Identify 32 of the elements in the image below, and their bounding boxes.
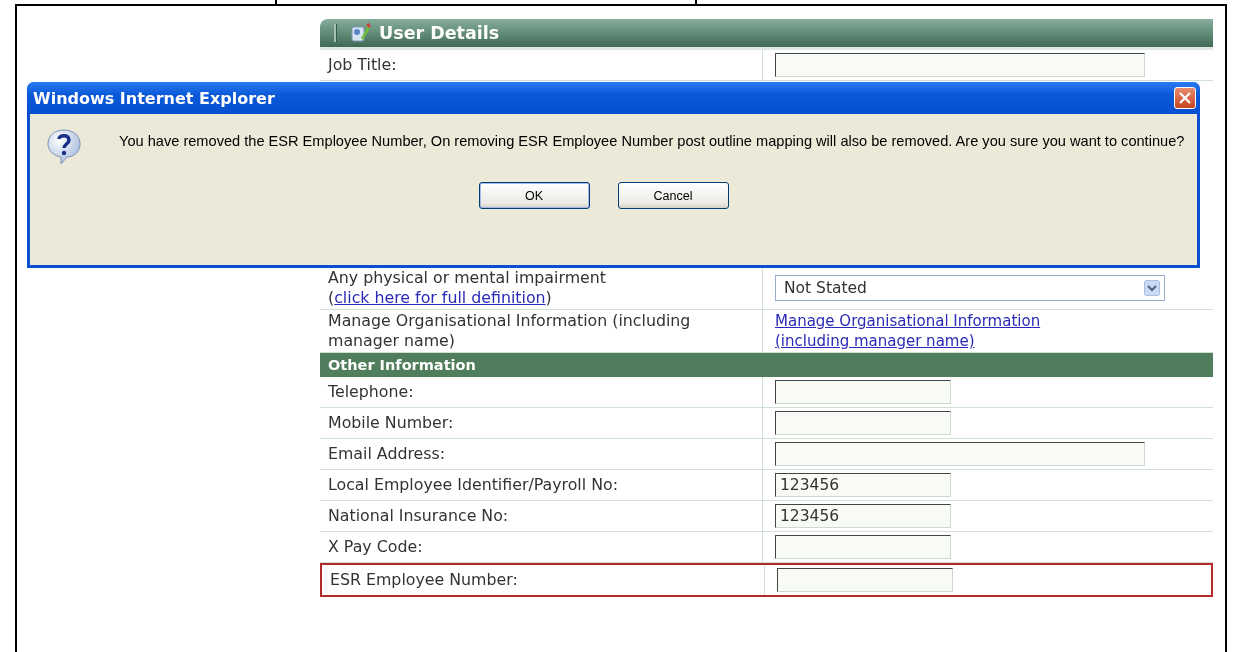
field-label: ESR Employee Number: <box>330 570 518 590</box>
question-icon <box>47 128 81 166</box>
field-label: Telephone: <box>328 382 414 402</box>
text-field[interactable] <box>777 568 953 592</box>
text-field[interactable]: 123456 <box>775 473 951 497</box>
close-button[interactable] <box>1174 87 1196 109</box>
text-field[interactable]: 123456 <box>775 504 951 528</box>
text-field[interactable] <box>775 442 1145 466</box>
manage-link[interactable]: Manage Organisational Information (including manager name) <box>775 311 1075 351</box>
field-label: X Pay Code: <box>328 537 423 557</box>
field-label: Job Title: <box>328 55 397 75</box>
field-label: Manage Organisational Information (including manager name) <box>328 311 692 351</box>
definition-link[interactable]: click here for full definition <box>334 288 546 307</box>
dialog-button[interactable]: OK <box>478 182 590 209</box>
panel-title: User Details <box>379 23 500 43</box>
dialog-button[interactable]: Cancel <box>617 182 729 209</box>
dropdown[interactable]: Not Stated <box>775 275 1165 301</box>
section-header: Other Information <box>320 353 1213 377</box>
field-label: Mobile Number: <box>328 413 454 433</box>
dialog-title: Windows Internet Explorer <box>33 88 275 108</box>
text-field[interactable] <box>775 380 951 404</box>
close-icon <box>1179 92 1191 104</box>
text-field[interactable] <box>775 53 1145 77</box>
field-label: National Insurance No: <box>328 506 509 526</box>
text-field[interactable] <box>775 411 951 435</box>
user-edit-icon <box>349 22 371 44</box>
field-label: Email Address: <box>328 444 446 464</box>
field-label: Any physical or mental impairment (click here for full definition) <box>328 268 607 308</box>
text-field[interactable] <box>775 535 951 559</box>
field-label: Local Employee Identifier/Payroll No: <box>328 475 618 495</box>
caret-icon <box>1144 280 1160 296</box>
dialog-message: You have removed the ESR Employee Number, On removing ESR Employee Number post outline mapping will also be removed. Are you sure you want to continue? <box>119 132 1185 151</box>
